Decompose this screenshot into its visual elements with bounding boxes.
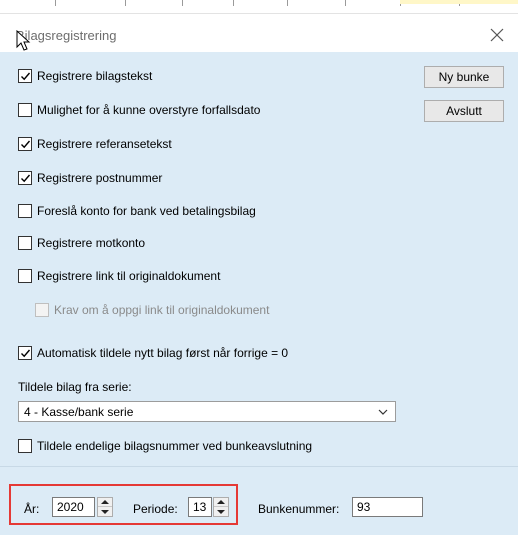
- top-ruler: [0, 0, 518, 14]
- ruler-tick: [55, 0, 56, 6]
- ruler-tick: [125, 0, 126, 6]
- year-stepper[interactable]: [97, 497, 113, 517]
- spin-up-icon[interactable]: [214, 498, 228, 507]
- spin-up-icon[interactable]: [98, 498, 112, 507]
- period-stepper[interactable]: [213, 497, 229, 517]
- ruler-tick: [233, 0, 234, 6]
- option-auto-assign-voucher[interactable]: Automatisk tildele nytt bilag først når …: [18, 344, 288, 362]
- checkbox[interactable]: [18, 137, 32, 151]
- checkbox[interactable]: [18, 69, 32, 83]
- option-register-reference-text[interactable]: Registrere referansetekst: [18, 135, 172, 153]
- ruler-tick: [182, 0, 183, 6]
- checkbox[interactable]: [18, 439, 32, 453]
- option-require-document-link: Krav om å oppgi link til originaldokumen…: [35, 301, 269, 319]
- mouse-cursor-icon: [16, 30, 31, 51]
- option-label: Registrere link til originaldokument: [37, 269, 221, 283]
- option-register-voucher-text[interactable]: Registrere bilagstekst: [18, 67, 152, 85]
- checkbox[interactable]: [18, 171, 32, 185]
- batch-number-label: Bunkenummer:: [258, 502, 340, 516]
- option-label: Registrere motkonto: [37, 236, 146, 250]
- ruler-tick: [345, 0, 346, 6]
- series-selected-value: 4 - Kasse/bank serie: [24, 404, 134, 419]
- dialog-body: [0, 52, 518, 535]
- ruler-tick: [287, 0, 288, 6]
- option-register-postal-code[interactable]: Registrere postnummer: [18, 169, 162, 187]
- checkmark-icon: [20, 174, 30, 182]
- option-label: Automatisk tildele nytt bilag først når …: [37, 346, 289, 360]
- option-label: Foreslå konto for bank ved betalingsbila…: [37, 204, 256, 218]
- checkbox[interactable]: [18, 204, 32, 218]
- checkmark-icon: [20, 140, 30, 148]
- period-label: Periode:: [133, 502, 178, 516]
- option-label: Registrere bilagstekst: [37, 69, 153, 83]
- option-suggest-bank-account[interactable]: Foreslå konto for bank ved betalingsbila…: [18, 202, 256, 220]
- checkbox[interactable]: [18, 346, 32, 360]
- option-label: Registrere postnummer: [37, 171, 163, 185]
- option-register-document-link[interactable]: Registrere link til originaldokument: [18, 267, 220, 285]
- checkbox: [35, 303, 49, 317]
- checkbox[interactable]: [18, 236, 32, 250]
- checkmark-icon: [20, 72, 30, 80]
- option-label: Mulighet for å kunne overstyre forfallsd…: [37, 103, 261, 117]
- spin-down-icon[interactable]: [214, 507, 228, 516]
- period-input[interactable]: 13: [188, 497, 212, 517]
- ruler-highlight: [400, 0, 518, 4]
- option-register-counter-account[interactable]: Registrere motkonto: [18, 234, 145, 252]
- finish-button[interactable]: Avslutt: [424, 100, 504, 122]
- year-label: År:: [24, 502, 40, 516]
- series-label: Tildele bilag fra serie:: [18, 380, 132, 394]
- checkbox[interactable]: [18, 103, 32, 117]
- year-input[interactable]: 2020: [52, 497, 95, 517]
- batch-number-input[interactable]: 93: [352, 497, 423, 517]
- option-label: Krav om å oppgi link til originaldokumen…: [54, 303, 270, 317]
- checkbox[interactable]: [18, 269, 32, 283]
- option-final-voucher-numbers[interactable]: Tildele endelige bilagsnummer ved bunkea…: [18, 437, 312, 455]
- option-label: Registrere referansetekst: [37, 137, 172, 151]
- new-batch-button[interactable]: Ny bunke: [424, 66, 504, 88]
- close-icon[interactable]: [486, 24, 508, 46]
- option-label: Tildele endelige bilagsnummer ved bunkea…: [37, 439, 313, 453]
- option-override-due-date[interactable]: Mulighet for å kunne overstyre forfallsd…: [18, 101, 260, 119]
- chevron-down-icon: [378, 409, 388, 415]
- title-bar: Bilagsregistrering: [0, 14, 518, 52]
- spin-down-icon[interactable]: [98, 507, 112, 516]
- checkmark-icon: [20, 349, 30, 357]
- series-select[interactable]: 4 - Kasse/bank serie: [18, 401, 396, 422]
